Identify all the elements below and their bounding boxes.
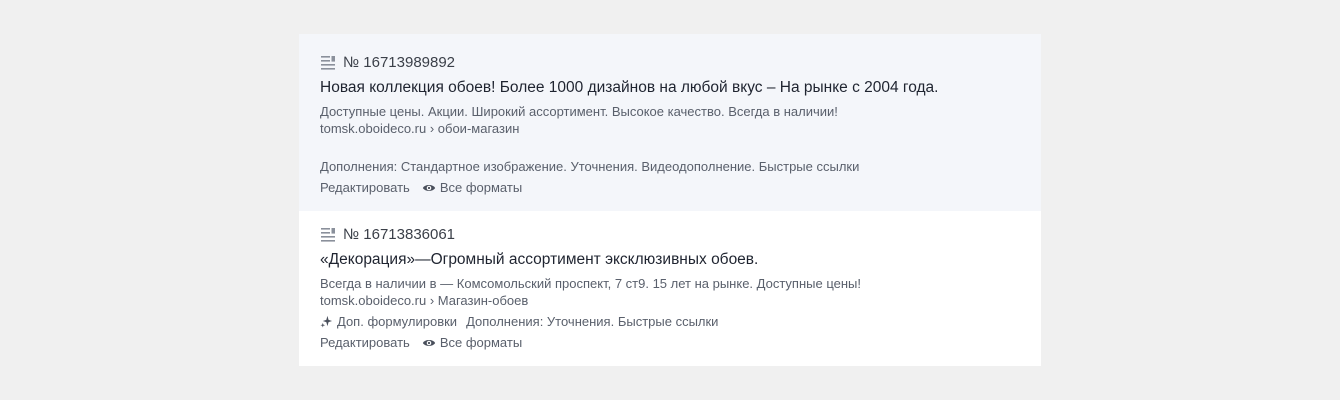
ad-number: № 16713989892 <box>343 53 456 71</box>
ad-card: № 16713989892 Новая коллекция обоев! Бол… <box>299 34 1041 211</box>
ad-text: Всегда в наличии в — Комсомольский просп… <box>320 276 861 291</box>
eye-icon[interactable] <box>422 336 436 350</box>
ad-headline: «Декорация»—Огромный ассортимент эксклюз… <box>320 251 759 268</box>
eye-icon[interactable] <box>422 181 436 195</box>
ad-number-row: № 16713989892 <box>320 52 455 72</box>
ads-list: № 16713989892 Новая коллекция обоев! Бол… <box>299 34 1041 366</box>
ad-text: Доступные цены. Акции. Широкий ассортиме… <box>320 104 838 119</box>
document-lines-icon <box>321 56 335 70</box>
ad-card: № 16713836061 «Декорация»—Огромный ассор… <box>299 211 1041 366</box>
ad-url: tomsk.oboideco.ru › обои-магазин <box>320 121 520 136</box>
ad-url: tomsk.oboideco.ru › Магазин-обоев <box>320 293 529 308</box>
ad-headline: Новая коллекция обоев! Более 1000 дизайн… <box>320 79 939 96</box>
all-formats-link[interactable]: Все форматы <box>440 180 522 195</box>
all-formats-link[interactable]: Все форматы <box>440 335 522 350</box>
sparkle-icon <box>320 315 333 328</box>
ad-actions: Редактировать Все форматы <box>320 335 522 350</box>
ad-extensions: Дополнения: Стандартное изображение. Уто… <box>320 159 860 174</box>
ad-extensions: Дополнения: Уточнения. Быстрые ссылки <box>466 314 719 329</box>
document-lines-icon <box>321 228 335 242</box>
ad-number: № 16713836061 <box>343 225 456 243</box>
edit-link[interactable]: Редактировать <box>320 335 410 350</box>
edit-link[interactable]: Редактировать <box>320 180 410 195</box>
ad-number-row: № 16713836061 <box>320 224 455 244</box>
alt-wording-label[interactable]: Доп. формулировки <box>337 314 457 329</box>
ad-extensions-row: Доп. формулировки Дополнения: Уточнения.… <box>320 314 718 329</box>
ad-actions: Редактировать Все форматы <box>320 180 522 195</box>
